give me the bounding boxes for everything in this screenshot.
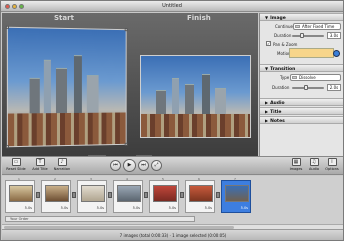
title-icon: T [35,158,45,166]
transition-icon[interactable] [72,192,76,198]
audio-section-header[interactable]: ▶ Audio [260,98,343,106]
resize-handle[interactable] [5,25,9,29]
slide-thumbnail[interactable]: 4 5.0s [113,177,143,213]
microphone-icon: ♪ [57,158,67,166]
continue-label: Continue [275,24,293,29]
disclosure-closed-icon: ▶ [265,100,269,105]
slider-knob[interactable] [300,33,304,38]
app-window: Untitled Start Finish ▼ Image Continue A… [0,0,344,241]
audio-icon: ♫ [309,158,319,166]
resize-handle[interactable] [124,142,128,146]
notes-section-header[interactable]: ▶ Notes [260,116,343,124]
zoom-window-button[interactable] [19,4,24,9]
slide-thumbnail[interactable]: 6 5.0s [185,177,215,213]
disclosure-closed-icon: ▶ [265,109,269,114]
status-bar: 7 images (total 0:00:33) · 1 image selec… [2,229,343,240]
minimize-button[interactable] [12,4,17,9]
slide-image [9,185,33,202]
inspector-panel: ▼ Image Continue After Fixed Time Duratio… [259,13,343,156]
resize-handle[interactable] [124,28,128,32]
transition-section-header[interactable]: ▼ Transition [260,64,343,72]
transition-icon[interactable] [180,192,184,198]
forward-button[interactable]: ⏭ [138,160,149,171]
slide-thumbnail[interactable]: 3 5.0s [77,177,107,213]
rewind-button[interactable]: ⏮ [110,160,121,171]
type-label: Type [280,75,290,80]
popup-icon [295,25,300,28]
start-label: Start [54,14,74,22]
control-bar: ▭ Reset Slide T Add Title ♪ Narration ⏮ ▶ ⏭… [2,156,343,175]
photos-icon: ▦ [291,158,301,166]
duration-field[interactable]: 3.0s [327,32,341,39]
motion-handle[interactable] [333,50,340,57]
options-icon: i [327,158,337,166]
close-button[interactable] [5,4,10,9]
finish-frame[interactable] [140,55,251,138]
finish-label: Finish [187,14,211,22]
slide-image [153,185,177,202]
transition-icon[interactable] [216,192,220,198]
popup-icon [292,76,297,79]
audio-track[interactable]: Your Order [5,216,195,222]
timeline: 1 5.0s 2 5.0s 3 5.0s 4 5.0s 5 5.0s 6 5.0s 7 5.0… [2,176,343,224]
slide-image [45,185,69,202]
reset-slide-button[interactable]: ▭ Reset Slide [6,158,26,175]
start-photo [7,27,126,147]
motion-control[interactable] [289,48,340,58]
slide-thumbnail-selected[interactable]: 7 5.0s [221,177,251,213]
transition-icon[interactable] [36,192,40,198]
duration-label: Duration [274,33,292,38]
slide-icon: ▭ [11,158,21,166]
slide-thumbnail[interactable]: 5 5.0s [149,177,179,213]
slide-image [189,185,213,202]
play-button[interactable]: ▶ [123,159,136,172]
slide-image [81,185,105,202]
start-frame[interactable] [5,25,128,149]
slide-thumbnail[interactable]: 2 5.0s [41,177,71,213]
fullscreen-button[interactable]: ⤢ [151,160,162,171]
transition-icon[interactable] [144,192,148,198]
transition-duration-slider[interactable] [292,85,324,90]
slide-image [117,185,141,202]
audio-button[interactable]: ♫ Audio [304,158,324,175]
resize-handle[interactable] [5,145,9,149]
images-button[interactable]: ▦ Images [286,158,306,175]
image-section-header[interactable]: ▼ Image [260,13,343,21]
duration-slider[interactable] [292,33,324,38]
slide-thumbnail[interactable]: 1 5.0s [5,177,35,213]
continue-popup[interactable]: After Fixed Time [293,23,341,30]
finish-photo [141,56,250,137]
add-title-button[interactable]: T Add Title [30,158,50,175]
transition-duration-field[interactable]: 2.0s [327,84,341,91]
pan-zoom-checkbox[interactable]: ✓ [266,41,271,46]
transition-type-popup[interactable]: Dissolve [290,74,341,81]
slide-image [225,185,249,202]
transition-icon[interactable] [108,192,112,198]
title-section-header[interactable]: ▶ Title [260,107,343,115]
preview-area: Start Finish [2,13,258,162]
disclosure-open-icon: ▼ [265,66,269,71]
transition-duration-label: Duration [272,85,290,90]
slider-knob[interactable] [304,85,308,90]
pan-zoom-label: Pan & Zoom [273,42,298,47]
options-button[interactable]: i Options [322,158,342,175]
narration-button[interactable]: ♪ Narration [52,158,72,175]
disclosure-open-icon: ▼ [265,15,269,20]
window-title: Untitled [162,3,182,9]
disclosure-closed-icon: ▶ [265,118,269,123]
title-bar: Untitled [1,1,343,12]
